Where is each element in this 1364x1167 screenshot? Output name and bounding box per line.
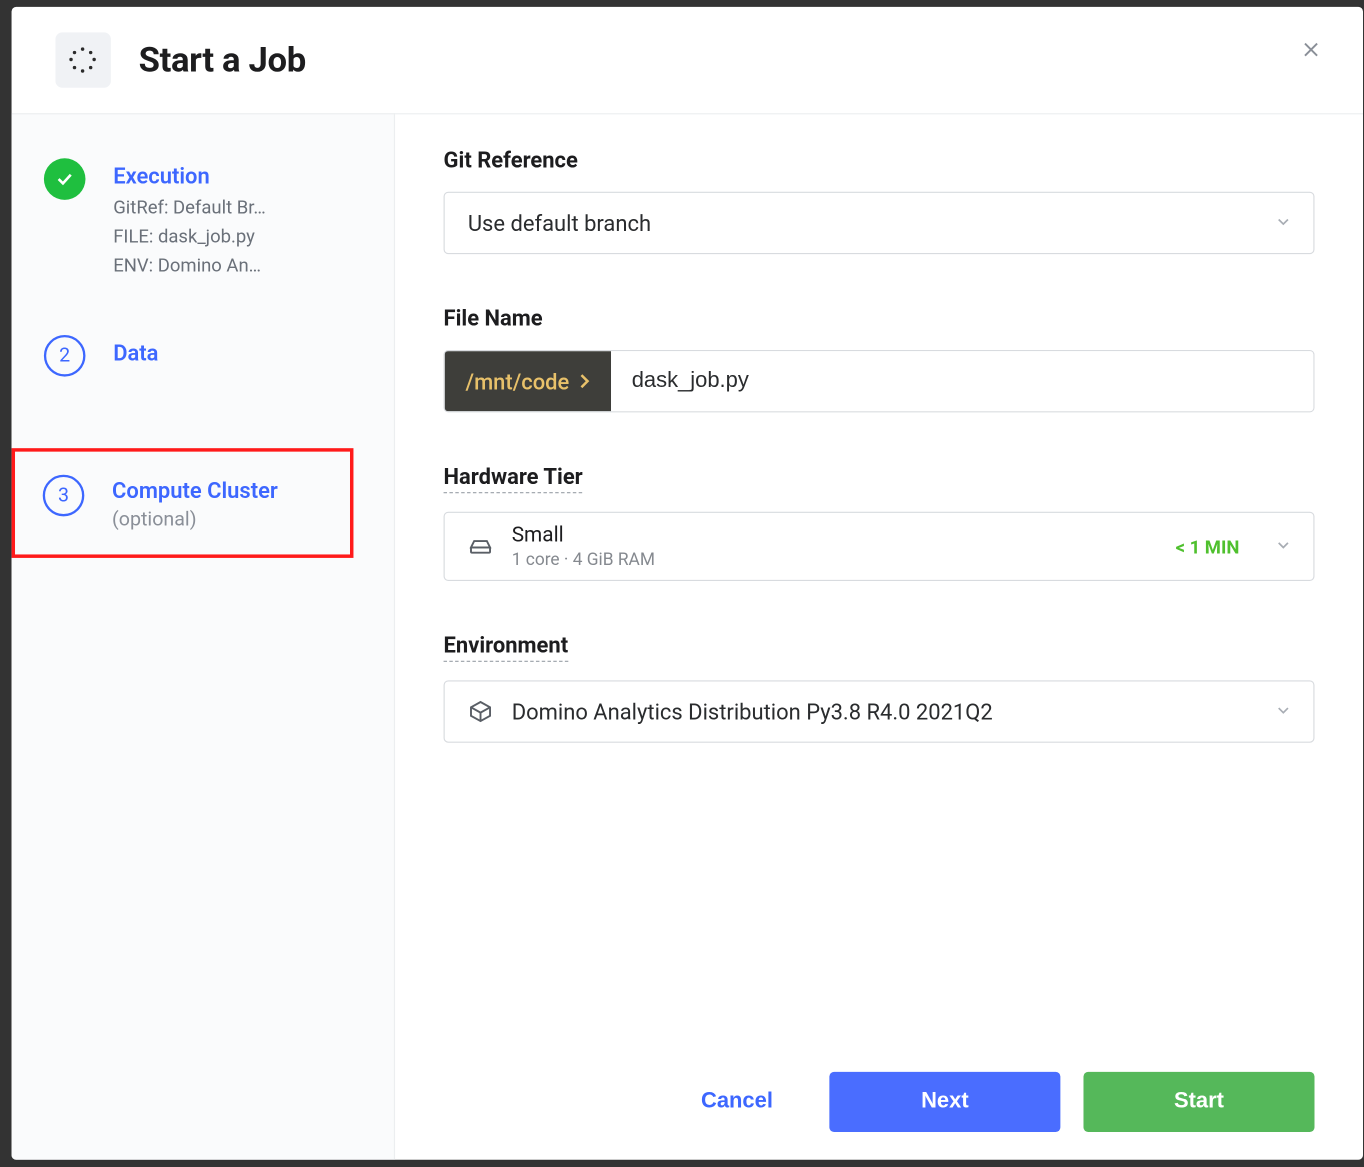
start-button[interactable]: Start (1083, 1072, 1314, 1132)
hardware-tier-sub: 1 core · 4 GiB RAM (512, 549, 655, 570)
step-execution-check-icon (44, 158, 86, 200)
step-compute-number: 3 (43, 475, 85, 517)
git-ref-value: Use default branch (468, 210, 651, 237)
step-data[interactable]: 2 Data (12, 326, 394, 386)
hardware-tier-time: < 1 MIN (1176, 535, 1240, 557)
file-name-label: File Name (444, 305, 1315, 332)
hardware-tier-select[interactable]: Small 1 core · 4 GiB RAM < 1 MIN (444, 512, 1315, 581)
chevron-right-icon (579, 373, 591, 389)
cube-icon (468, 699, 493, 724)
step-data-number: 2 (44, 335, 86, 377)
chevron-down-icon (1274, 698, 1292, 725)
close-icon (1301, 39, 1322, 60)
wizard-sidebar: Execution GitRef: Default Br… FILE: dask… (12, 113, 395, 1160)
file-name-input[interactable] (611, 351, 1313, 411)
step-execution[interactable]: Execution GitRef: Default Br… FILE: dask… (12, 149, 394, 289)
environment-label: Environment (444, 632, 1315, 662)
step-compute-optional: (optional) (112, 509, 278, 532)
step-compute-title: Compute Cluster (112, 478, 278, 505)
step-execution-sub: GitRef: Default Br… FILE: dask_job.py EN… (113, 194, 266, 280)
modal-title: Start a Job (139, 40, 306, 80)
hardware-icon (468, 534, 493, 559)
file-path-prefix: /mnt/code (445, 351, 611, 411)
chevron-down-icon (1274, 533, 1292, 560)
chevron-down-icon (1274, 210, 1292, 237)
file-name-row: /mnt/code (444, 350, 1315, 412)
form-panel: Git Reference Use default branch File Na… (395, 113, 1363, 1160)
git-ref-label: Git Reference (444, 147, 1315, 174)
step-execution-title: Execution (113, 163, 266, 190)
modal-footer: Cancel Next Start (444, 1049, 1315, 1132)
git-ref-select[interactable]: Use default branch (444, 192, 1315, 254)
next-button[interactable]: Next (829, 1072, 1060, 1132)
start-job-modal: Start a Job Execution GitRef: Default Br… (12, 7, 1363, 1160)
environment-select[interactable]: Domino Analytics Distribution Py3.8 R4.0… (444, 680, 1315, 742)
hardware-tier-label: Hardware Tier (444, 463, 1315, 493)
environment-value: Domino Analytics Distribution Py3.8 R4.0… (512, 698, 993, 725)
file-path-prefix-text: /mnt/code (466, 368, 570, 395)
cancel-button[interactable]: Cancel (668, 1072, 807, 1132)
step-data-title: Data (113, 340, 158, 367)
close-button[interactable] (1291, 30, 1330, 69)
hardware-tier-name: Small (512, 523, 655, 547)
modal-header: Start a Job (12, 7, 1363, 113)
step-compute-cluster[interactable]: 3 Compute Cluster (optional) (12, 449, 354, 559)
loading-icon (55, 32, 110, 87)
